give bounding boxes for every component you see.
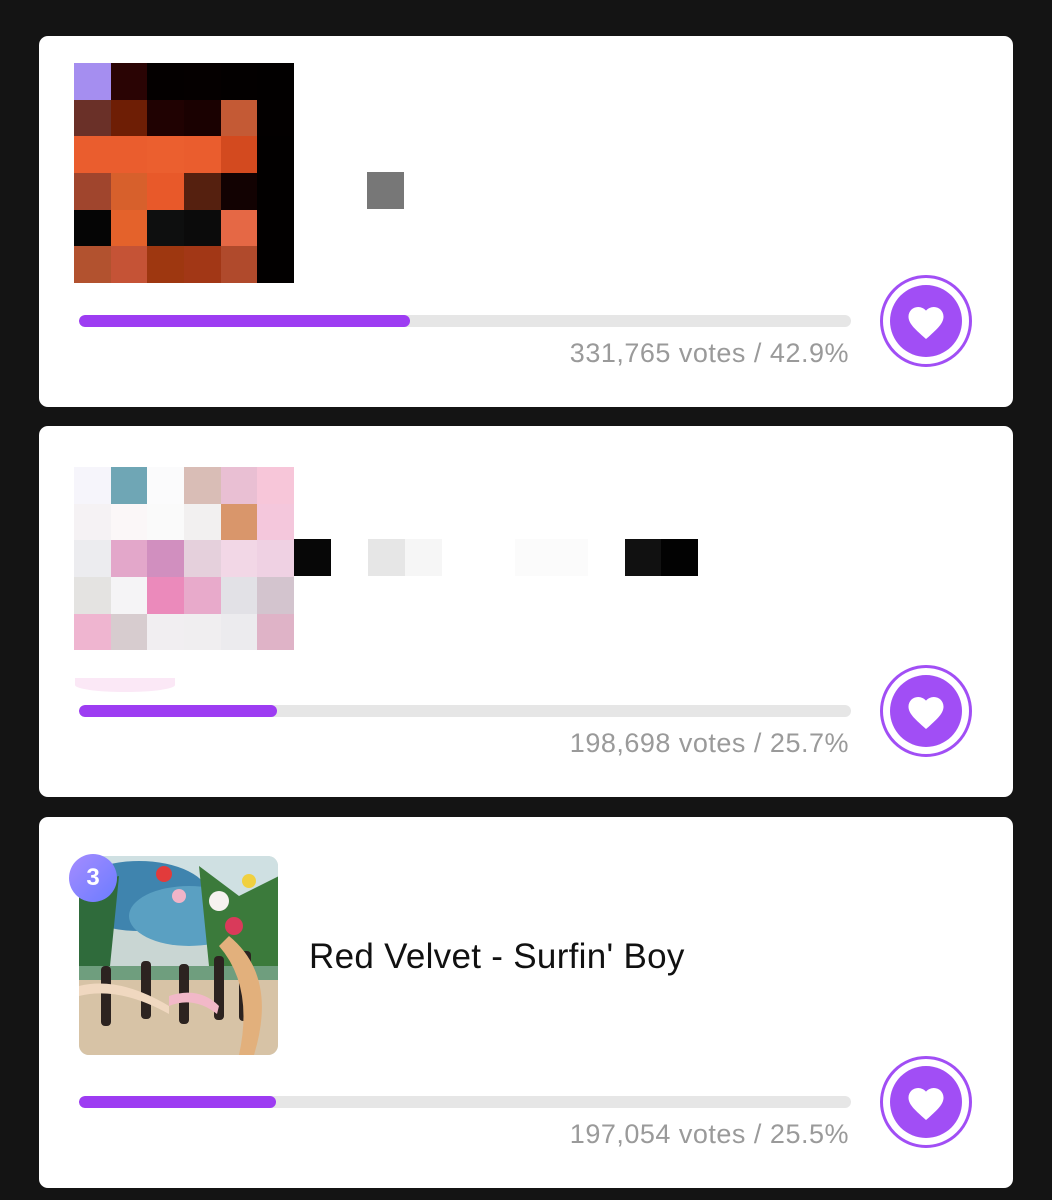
- song-title: Red Velvet - Surfin' Boy: [309, 937, 685, 976]
- censored-title-block: [515, 539, 588, 576]
- rank-badge: 3: [69, 854, 117, 902]
- censored-title-block: [405, 539, 442, 576]
- vote-progress-fill: [79, 1096, 276, 1108]
- censored-title-block: [625, 539, 662, 576]
- vote-count: 198,698 votes / 25.7%: [569, 728, 849, 758]
- poll-entry-card: 198,698 votes / 25.7%: [39, 426, 1013, 797]
- vote-button[interactable]: [880, 275, 972, 367]
- censored-title-block: [661, 539, 698, 576]
- vote-count: 197,054 votes / 25.5%: [569, 1119, 849, 1149]
- vote-progress-bar: [79, 1096, 851, 1108]
- vote-progress-fill: [79, 705, 278, 717]
- heart-icon: [908, 1088, 944, 1121]
- poll-entry-card: 331,765 votes / 42.9%: [39, 36, 1013, 407]
- vote-progress-bar: [79, 315, 851, 327]
- vote-progress-bar: [79, 705, 851, 717]
- vote-progress-fill: [79, 315, 411, 327]
- censored-title-block: [367, 172, 404, 209]
- censored-title-block: [368, 539, 405, 576]
- poll-entry-card: 3 Red Velvet - Surfin' Boy 197,054 votes…: [39, 817, 1013, 1188]
- album-thumbnail: [74, 467, 294, 651]
- vote-count: 331,765 votes / 42.9%: [569, 338, 849, 368]
- album-thumbnail: [74, 63, 294, 283]
- censored-decoration: [75, 678, 175, 692]
- vote-button[interactable]: [880, 665, 972, 757]
- heart-icon: [908, 697, 944, 730]
- censored-title-block: [294, 539, 331, 576]
- vote-button[interactable]: [880, 1056, 972, 1148]
- heart-icon: [908, 307, 944, 340]
